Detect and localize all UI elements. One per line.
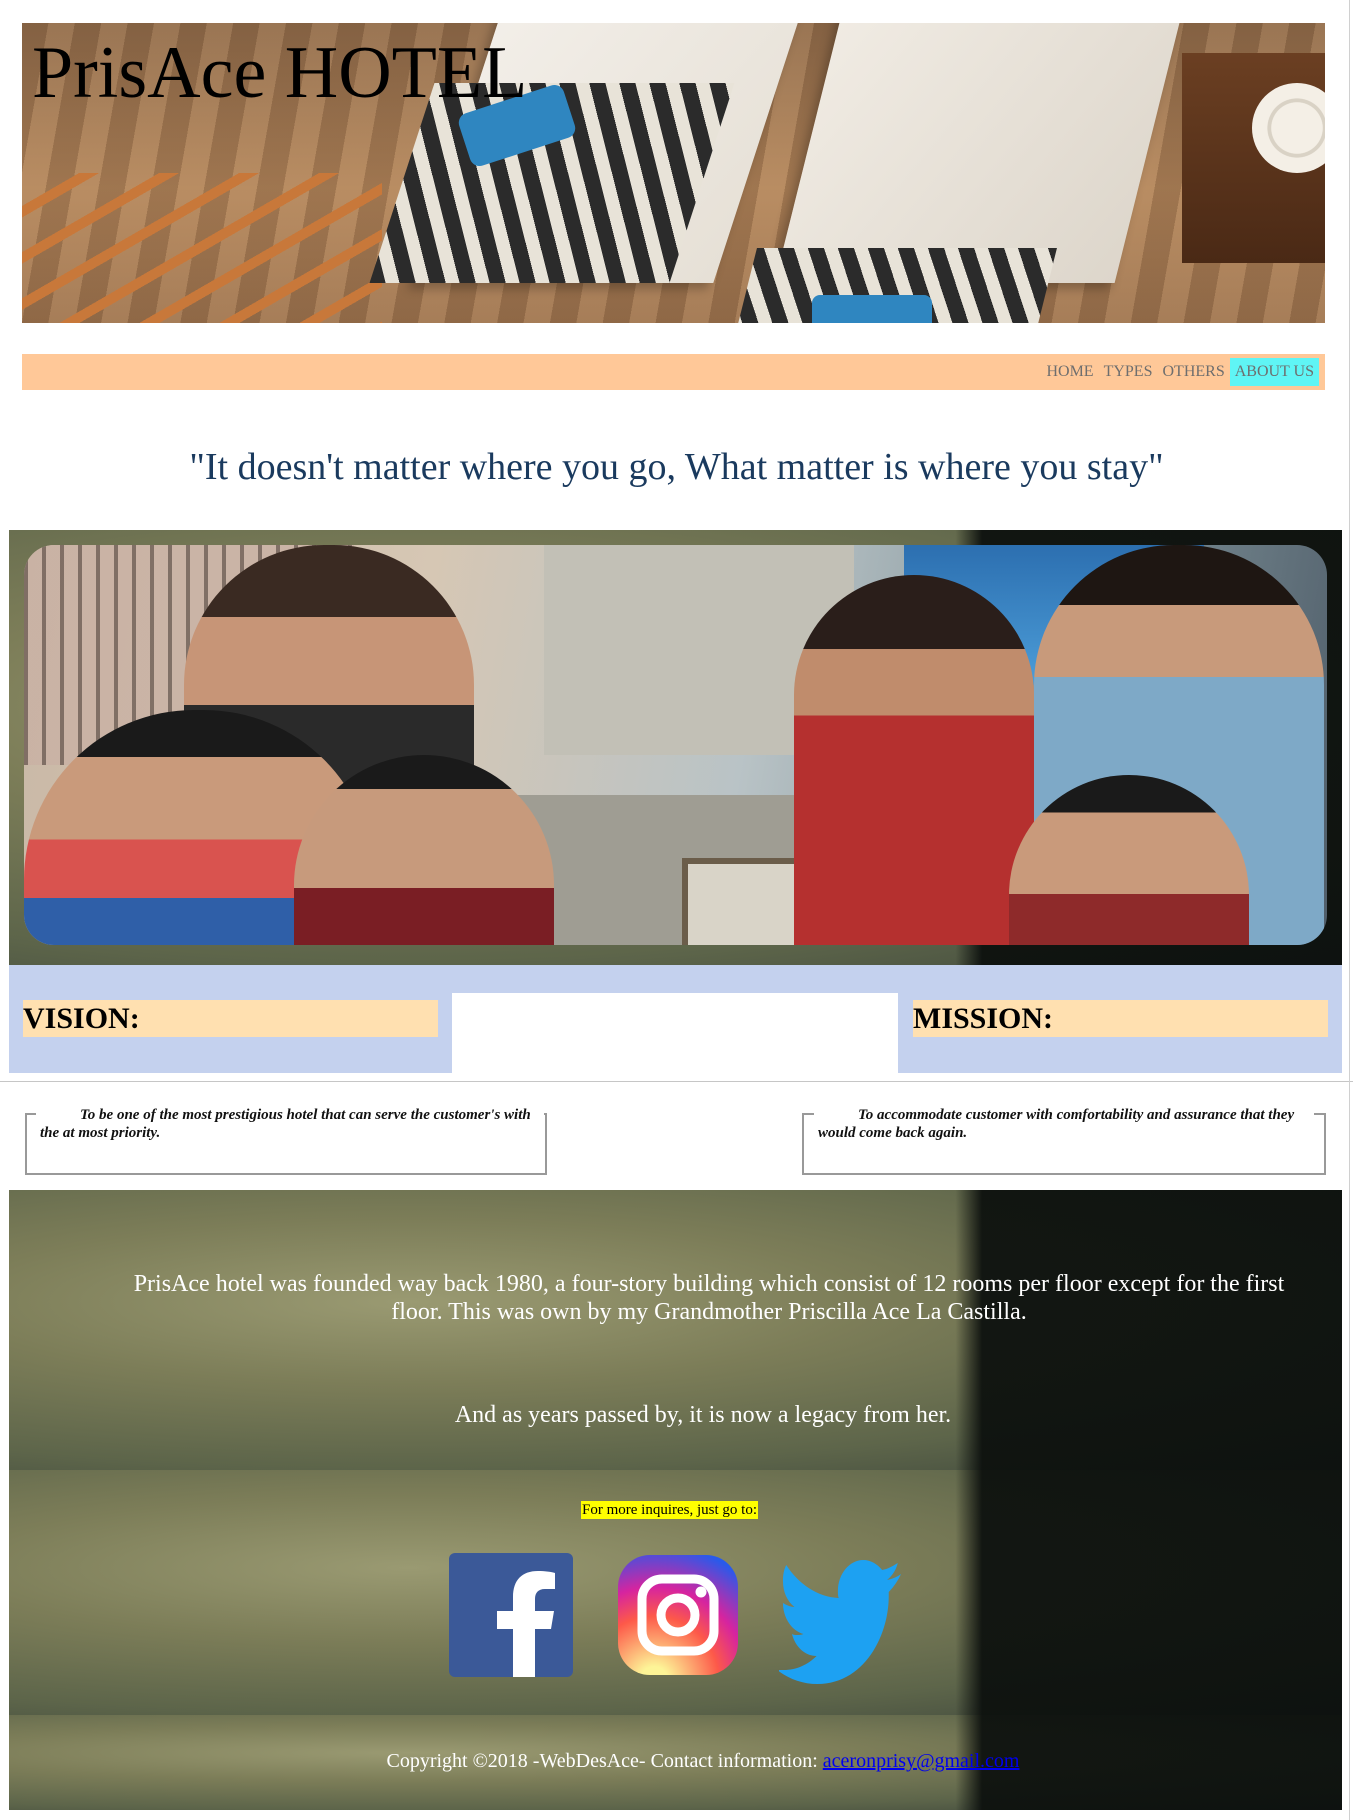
- family-photo-section: [9, 530, 1342, 965]
- twitter-icon: [777, 1560, 902, 1684]
- tagline-quote: "It doesn't matter where you go, What ma…: [189, 446, 1164, 488]
- copyright-text: Copyright ©2018 -WebDesAce- Contact info…: [386, 1750, 823, 1772]
- facebook-link[interactable]: [449, 1553, 573, 1677]
- mission-text: To accommodate customer with comfortabil…: [814, 1106, 1314, 1142]
- vision-mission-spacer: [452, 993, 898, 1073]
- photo-person: [524, 545, 754, 945]
- nav-types[interactable]: TYPES: [1099, 358, 1158, 386]
- photo-person: [794, 575, 1034, 945]
- nav-home[interactable]: HOME: [1041, 358, 1098, 386]
- site-title: PrisAce HOTEL: [32, 32, 528, 114]
- contact-section: For more inquires, just go to:: [9, 1470, 1342, 1715]
- banner-towel-image: [812, 295, 932, 323]
- main-nav: HOME TYPES OTHERS ABOUT US: [22, 354, 1325, 390]
- nav-others[interactable]: OTHERS: [1157, 358, 1229, 386]
- banner-stairs-image: [22, 173, 382, 323]
- page-edge-rule: [1349, 0, 1350, 1820]
- facebook-icon: [449, 1553, 573, 1677]
- header-banner: PrisAce HOTEL: [22, 23, 1325, 323]
- history-section: PrisAce hotel was founded way back 1980,…: [9, 1190, 1342, 1470]
- history-paragraph: PrisAce hotel was founded way back 1980,…: [133, 1271, 1285, 1325]
- inquire-label: For more inquires, just go to:: [581, 1501, 758, 1519]
- nav-about-us[interactable]: ABOUT US: [1229, 358, 1319, 386]
- mission-heading: MISSION:: [913, 1000, 1328, 1037]
- instagram-link[interactable]: [616, 1553, 740, 1677]
- vision-text: To be one of the most prestigious hotel …: [36, 1106, 544, 1142]
- footer: Copyright ©2018 -WebDesAce- Contact info…: [9, 1715, 1342, 1810]
- twitter-link[interactable]: [777, 1560, 903, 1684]
- instagram-icon: [618, 1555, 738, 1675]
- copyright-line: Copyright ©2018 -WebDesAce- Contact info…: [9, 1750, 1353, 1773]
- contact-email-link[interactable]: aceronprisy@gmail.com: [823, 1750, 1020, 1772]
- family-group-photo: [24, 545, 1327, 945]
- vision-heading: VISION:: [23, 1000, 438, 1037]
- history-paragraph: And as years passed by, it is now a lega…: [454, 1402, 952, 1428]
